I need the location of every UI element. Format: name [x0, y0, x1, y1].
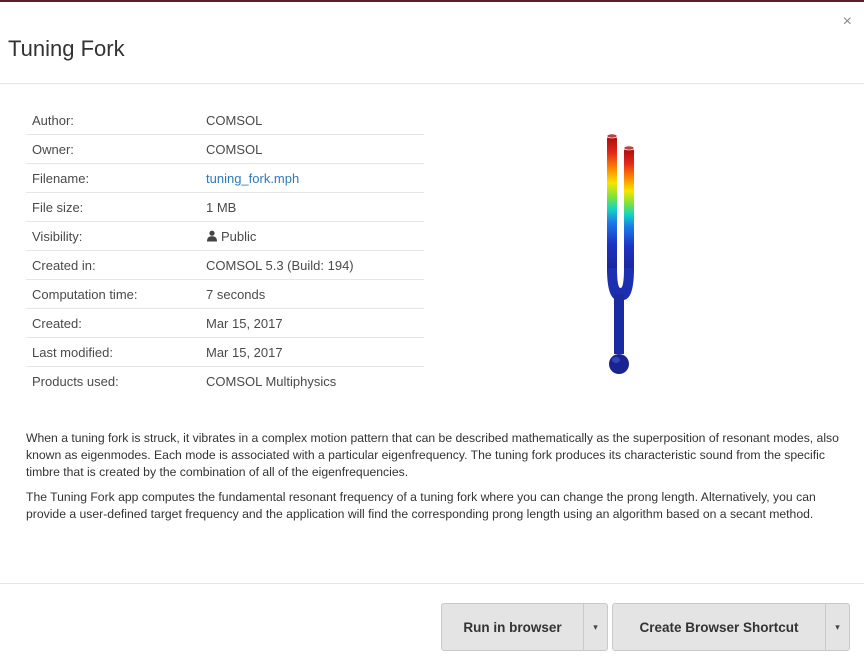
detail-label: Computation time: [26, 279, 200, 309]
detail-label: Created: [26, 308, 200, 338]
run-in-browser-button[interactable]: Run in browser [441, 603, 584, 651]
detail-row-visibility: Visibility: Public [26, 221, 424, 251]
create-shortcut-button-group: Create Browser Shortcut ▾ [612, 603, 850, 651]
detail-label: Products used: [32, 373, 119, 389]
create-browser-shortcut-button[interactable]: Create Browser Shortcut [612, 603, 826, 651]
footer-divider [0, 583, 864, 584]
detail-value: 1 MB [200, 192, 424, 222]
detail-label: File size: [26, 192, 200, 222]
visibility-value: Public [221, 228, 257, 244]
detail-value: Mar 15, 2017 [200, 308, 424, 338]
tuning-fork-image [606, 133, 635, 374]
details-table: Author: COMSOL Owner: COMSOL Filename: t… [26, 106, 424, 395]
detail-row-last-modified: Last modified: Mar 15, 2017 [26, 337, 424, 367]
detail-value: COMSOL [200, 134, 424, 164]
description-paragraph: The Tuning Fork app computes the fundame… [26, 490, 816, 521]
detail-label: Visibility: [26, 221, 200, 251]
detail-row-computation-time: Computation time: 7 seconds [26, 279, 424, 309]
description-paragraph: When a tuning fork is struck, it vibrate… [26, 431, 839, 479]
filename-link[interactable]: tuning_fork.mph [206, 171, 299, 186]
dialog-title: Tuning Fork [8, 36, 125, 61]
detail-value: 7 seconds [200, 279, 424, 309]
detail-row-products-used: Products used: COMSOL Multiphysics [26, 367, 424, 396]
person-icon [207, 230, 217, 241]
detail-label: Owner: [26, 134, 200, 164]
close-icon[interactable]: × [843, 14, 852, 30]
detail-label: Last modified: [26, 337, 200, 367]
chevron-down-icon[interactable]: ▾ [584, 603, 608, 651]
detail-value-cell: tuning_fork.mph [200, 163, 424, 193]
detail-row-owner: Owner: COMSOL [26, 134, 424, 164]
run-in-browser-button-group: Run in browser ▾ [441, 603, 608, 651]
model-description: When a tuning fork is struck, it vibrate… [26, 430, 856, 531]
chevron-down-icon[interactable]: ▾ [826, 603, 850, 651]
detail-value: Mar 15, 2017 [200, 337, 424, 367]
detail-row-created-in: Created in: COMSOL 5.3 (Build: 194) [26, 250, 424, 280]
dialog-top-border [0, 0, 864, 2]
detail-label: Created in: [26, 250, 200, 280]
detail-row-created: Created: Mar 15, 2017 [26, 308, 424, 338]
detail-value: COMSOL 5.3 (Build: 194) [200, 250, 424, 280]
detail-value-cell: Public [200, 221, 424, 251]
detail-row-author: Author: COMSOL [26, 106, 424, 135]
detail-value: COMSOL Multiphysics [206, 373, 337, 389]
header-divider [0, 83, 864, 84]
detail-label: Filename: [26, 163, 200, 193]
detail-value: COMSOL [200, 106, 424, 135]
model-thumbnail [590, 128, 646, 380]
detail-row-filename: Filename: tuning_fork.mph [26, 163, 424, 193]
detail-label: Author: [26, 106, 200, 135]
detail-row-file-size: File size: 1 MB [26, 192, 424, 222]
